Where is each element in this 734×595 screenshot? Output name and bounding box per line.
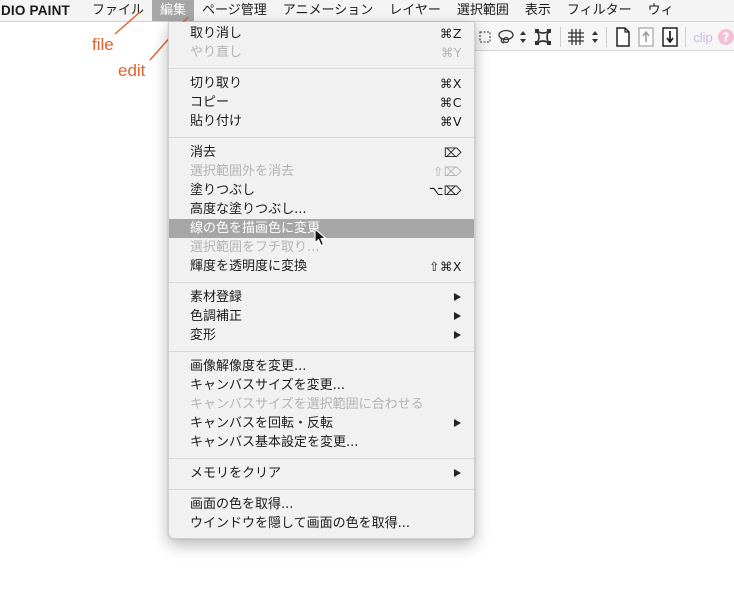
grid-icon[interactable]: [566, 26, 586, 48]
edit-menu-item[interactable]: キャンバス基本設定を変更...: [169, 433, 474, 452]
menu-item-label: やり直し: [190, 45, 243, 60]
submenu-arrow-icon: [454, 419, 461, 427]
export-icon[interactable]: [637, 26, 655, 48]
menu-item-label: 選択範囲をフチ取り...: [190, 240, 320, 255]
edit-menu-item: やり直し ⌘Y: [169, 43, 474, 62]
menu-item-label: 消去: [190, 145, 217, 160]
submenu-arrow-icon: [454, 469, 461, 477]
edit-menu-item[interactable]: 画像解像度を変更...: [169, 357, 474, 376]
menu-item-label: 選択範囲外を消去: [190, 164, 295, 179]
edit-menu-item: 選択範囲外を消去 ⇧⌦: [169, 162, 474, 181]
menu-item-shortcut: ⌘V: [439, 114, 462, 129]
menu-item-label: 貼り付け: [190, 114, 243, 129]
menu-file[interactable]: ファイル: [84, 0, 152, 21]
menu-selection[interactable]: 選択範囲: [449, 0, 517, 21]
toolbar-divider: [560, 27, 561, 47]
menu-bar: UDIO PAINT ファイル 編集 ページ管理 アニメーション レイヤー 選択…: [0, 0, 734, 22]
new-page-icon[interactable]: [614, 26, 632, 48]
edit-menu-item[interactable]: ウインドウを隠して画面の色を取得...: [169, 514, 474, 533]
updown-icon[interactable]: [590, 26, 600, 48]
menu-item-label: 変形: [190, 328, 217, 343]
menu-item-label: 取り消し: [190, 26, 243, 41]
import-icon[interactable]: [661, 26, 679, 48]
menu-separator: [169, 483, 474, 495]
edit-menu-item[interactable]: キャンバスサイズを変更...: [169, 376, 474, 395]
toolbar-divider: [606, 27, 607, 47]
submenu-arrow-icon: [454, 312, 461, 320]
menu-separator: [169, 62, 474, 74]
edit-menu-item[interactable]: 切り取り ⌘X: [169, 74, 474, 93]
menu-item-label: 塗りつぶし: [190, 183, 256, 198]
edit-menu-item[interactable]: 変形: [169, 326, 474, 345]
edit-menu-item[interactable]: 消去 ⌦: [169, 143, 474, 162]
edit-menu-item[interactable]: 輝度を透明度に変換 ⇧⌘X: [169, 257, 474, 276]
menu-separator: [169, 452, 474, 464]
menu-separator: [169, 345, 474, 357]
annotation-file: file: [92, 35, 114, 54]
edit-menu-item[interactable]: 高度な塗りつぶし...: [169, 200, 474, 219]
menu-item-shortcut: ⌥⌦: [428, 183, 462, 198]
menu-item-label: 画面の色を取得...: [190, 497, 294, 512]
menu-item-label: キャンバス基本設定を変更...: [190, 435, 359, 450]
menu-item-shortcut: ⇧⌦: [432, 164, 462, 179]
menu-item-label: キャンバスサイズを選択範囲に合わせる: [190, 397, 424, 412]
menu-item-label: 切り取り: [190, 76, 243, 91]
app-name[interactable]: UDIO PAINT: [0, 3, 70, 18]
menu-item-label: コピー: [190, 95, 230, 110]
menu-window[interactable]: ウィ: [640, 0, 682, 21]
submenu-arrow-icon: [454, 293, 461, 301]
menu-separator: [169, 276, 474, 288]
menu-item-label: ウインドウを隠して画面の色を取得...: [190, 516, 411, 531]
menu-filter[interactable]: フィルター: [559, 0, 640, 21]
menu-item-label: キャンバスを回転・反転: [190, 416, 334, 431]
menu-page-management[interactable]: ページ管理: [194, 0, 275, 21]
edit-menu-item[interactable]: 素材登録: [169, 288, 474, 307]
annotation-edit: edit: [118, 61, 146, 80]
menu-item-shortcut: ⌘C: [439, 95, 462, 110]
selection-icon[interactable]: [478, 26, 492, 48]
svg-text:?: ?: [723, 31, 730, 45]
menu-item-shortcut: ⌘Z: [439, 26, 462, 41]
menu-item-shortcut: ⌘Y: [440, 45, 462, 60]
edit-menu-item[interactable]: メモリをクリア: [169, 464, 474, 483]
mouse-pointer-icon: [314, 228, 328, 252]
menu-view[interactable]: 表示: [517, 0, 559, 21]
edit-menu-list: 取り消し ⌘Z やり直し ⌘Y 切り取り ⌘X コピー ⌘C 貼り付け ⌘V 消去 ⌦ 選択範囲外を消去…: [169, 22, 474, 533]
lasso-icon[interactable]: [496, 26, 516, 48]
edit-menu-item[interactable]: コピー ⌘C: [169, 93, 474, 112]
edit-menu-item[interactable]: 画面の色を取得...: [169, 495, 474, 514]
menu-edit[interactable]: 編集: [152, 0, 195, 21]
submenu-arrow-icon: [454, 331, 461, 339]
edit-menu-item[interactable]: 塗りつぶし ⌥⌦: [169, 181, 474, 200]
menu-item-label: メモリをクリア: [190, 466, 282, 481]
transform-icon[interactable]: [532, 26, 554, 48]
menu-item-label: 素材登録: [190, 290, 243, 305]
help-icon[interactable]: ?: [717, 26, 734, 48]
menu-item-shortcut: ⇧⌘X: [428, 259, 462, 274]
menu-item-label: 輝度を透明度に変換: [190, 259, 308, 274]
edit-menu-dropdown: 取り消し ⌘Z やり直し ⌘Y 切り取り ⌘X コピー ⌘C 貼り付け ⌘V 消去 ⌦ 選択範囲外を消去…: [168, 22, 475, 539]
menu-layer[interactable]: レイヤー: [381, 0, 449, 21]
menu-item-shortcut: ⌘X: [439, 76, 462, 91]
edit-menu-item[interactable]: キャンバスを回転・反転: [169, 414, 474, 433]
menu-item-label: 線の色を描画色に変更: [190, 221, 321, 236]
menu-item-label: 画像解像度を変更...: [190, 359, 307, 374]
clip-icon[interactable]: clip: [691, 26, 715, 48]
edit-menu-item[interactable]: 取り消し ⌘Z: [169, 24, 474, 43]
toolbar-divider: [685, 27, 686, 47]
edit-menu-item: キャンバスサイズを選択範囲に合わせる: [169, 395, 474, 414]
edit-menu-item[interactable]: 貼り付け ⌘V: [169, 112, 474, 131]
menu-separator: [169, 131, 474, 143]
menu-item-label: 色調補正: [190, 309, 243, 324]
menu-item-shortcut: ⌦: [443, 145, 462, 160]
menu-item-label: 高度な塗りつぶし...: [190, 202, 307, 217]
edit-menu-item[interactable]: 色調補正: [169, 307, 474, 326]
updown-icon[interactable]: [518, 26, 528, 48]
menu-item-label: キャンバスサイズを変更...: [190, 378, 346, 393]
menu-animation[interactable]: アニメーション: [275, 0, 381, 21]
toolbar: clip ?: [474, 23, 734, 51]
